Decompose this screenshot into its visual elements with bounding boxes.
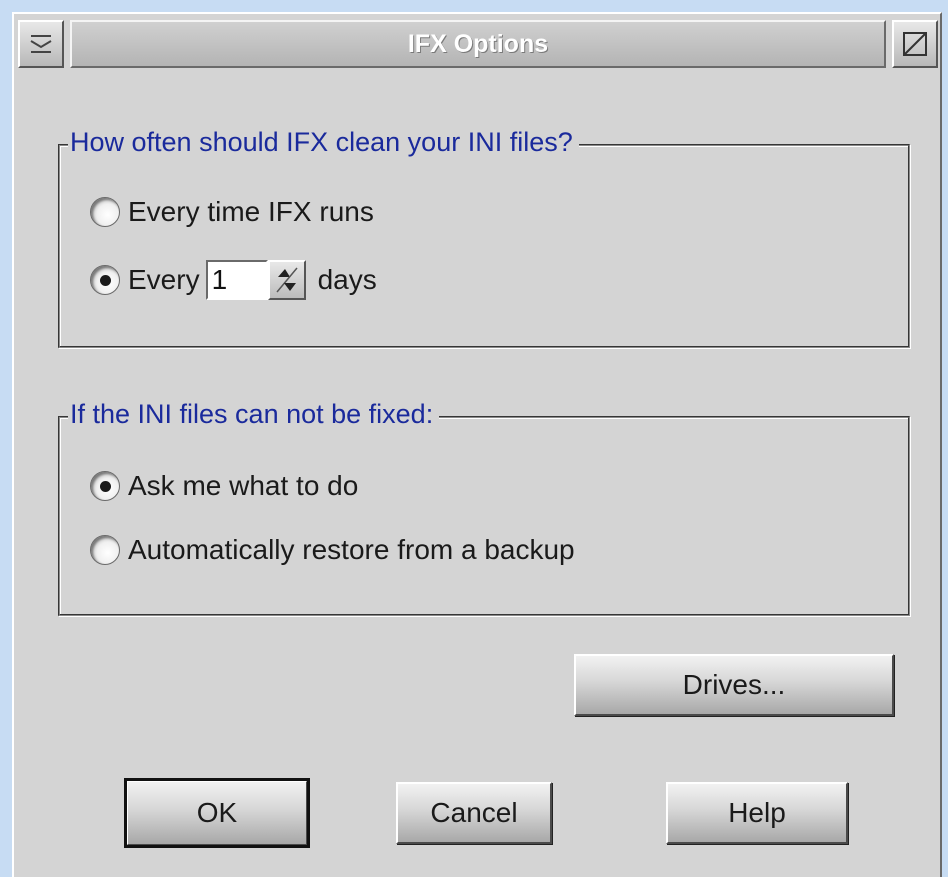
- radio-every-time[interactable]: Every time IFX runs: [90, 196, 374, 228]
- days-spinner: [205, 260, 306, 300]
- cancel-button[interactable]: Cancel: [396, 782, 552, 844]
- title-bar: IFX Options: [18, 20, 938, 72]
- system-menu-button[interactable]: [18, 20, 64, 68]
- radio-every-n-days[interactable]: Every days: [90, 260, 377, 300]
- radio-auto-restore-label: Automatically restore from a backup: [128, 534, 575, 565]
- spin-arrows-icon: [276, 267, 298, 293]
- ok-button[interactable]: OK: [124, 778, 310, 848]
- radio-ask-me[interactable]: Ask me what to do: [90, 470, 358, 502]
- clean-frequency-group: How often should IFX clean your INI file…: [58, 127, 910, 348]
- days-input[interactable]: [205, 260, 268, 300]
- help-button[interactable]: Help: [666, 782, 848, 844]
- radio-auto-restore[interactable]: Automatically restore from a backup: [90, 534, 575, 566]
- ifx-options-dialog: IFX Options How often should IFX clean y…: [12, 12, 942, 877]
- maximize-icon: [903, 32, 927, 56]
- clean-frequency-legend: How often should IFX clean your INI file…: [68, 127, 579, 158]
- radio-every-time-label: Every time IFX runs: [128, 196, 374, 227]
- drives-button[interactable]: Drives...: [574, 654, 894, 716]
- fix-failure-legend: If the INI files can not be fixed:: [68, 399, 440, 430]
- maximize-button[interactable]: [892, 20, 938, 68]
- radio-ask-me-label: Ask me what to do: [128, 470, 359, 501]
- sysmenu-icon: [30, 35, 52, 53]
- radio-auto-restore-indicator[interactable]: [90, 535, 120, 565]
- days-spin-button[interactable]: [267, 260, 306, 300]
- window-title: IFX Options: [70, 20, 886, 68]
- days-suffix-label: days: [317, 264, 377, 295]
- radio-every-time-indicator[interactable]: [90, 197, 120, 227]
- radio-every-n-days-label: Every: [128, 264, 200, 295]
- radio-every-n-days-indicator[interactable]: [90, 265, 120, 295]
- radio-ask-me-indicator[interactable]: [90, 471, 120, 501]
- fix-failure-group: If the INI files can not be fixed: Ask m…: [58, 399, 910, 616]
